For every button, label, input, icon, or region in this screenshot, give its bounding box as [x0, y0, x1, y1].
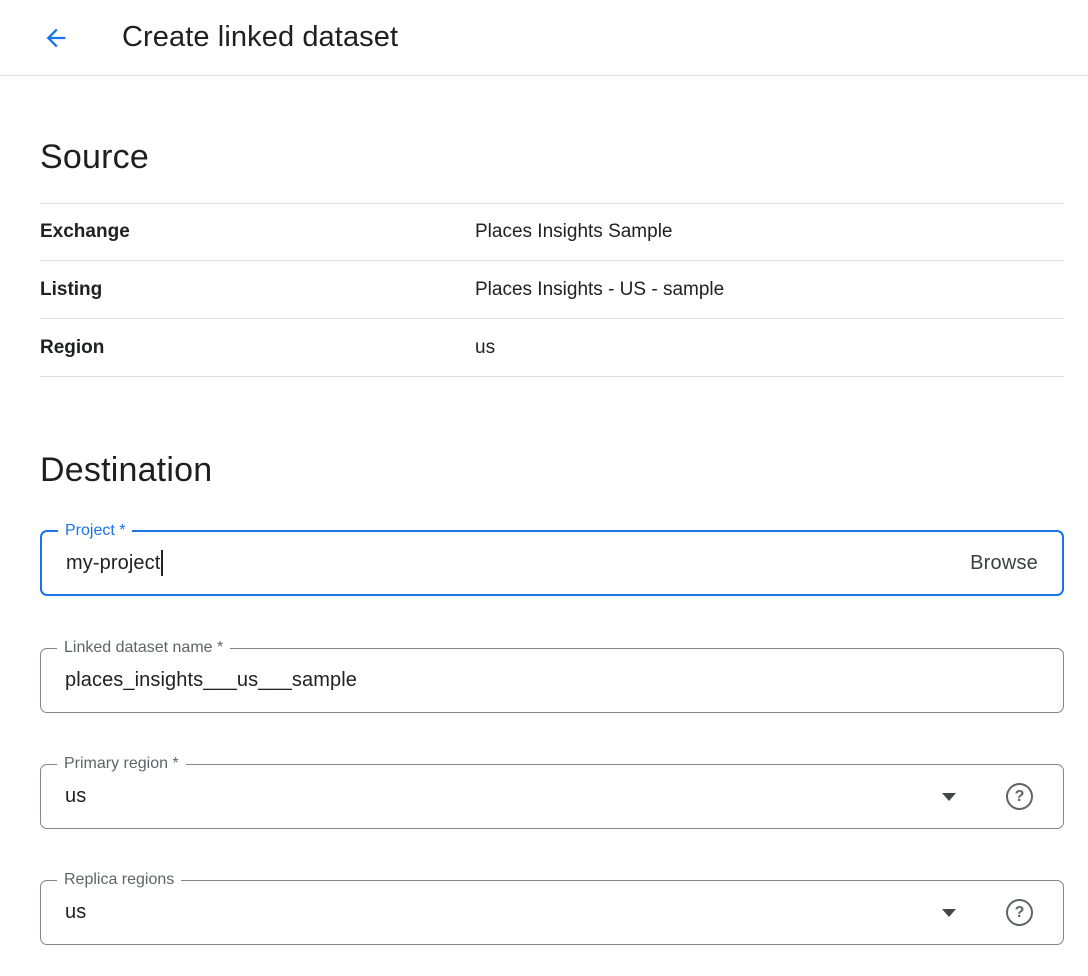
- create-linked-dataset-page: Create linked dataset Source Exchange Pl…: [0, 0, 1088, 976]
- project-field-label: Project *: [58, 521, 132, 541]
- help-glyph: ?: [1015, 788, 1025, 806]
- replica-regions-label: Replica regions: [57, 870, 181, 890]
- replica-regions-field[interactable]: Replica regions us ?: [40, 880, 1064, 945]
- linked-dataset-name-field[interactable]: Linked dataset name * places_insights___…: [40, 648, 1064, 713]
- table-row-exchange: Exchange Places Insights Sample: [40, 203, 1064, 261]
- help-glyph: ?: [1015, 904, 1025, 922]
- help-icon[interactable]: ?: [1006, 899, 1033, 926]
- primary-region-field[interactable]: Primary region * us ?: [40, 764, 1064, 829]
- source-heading: Source: [40, 138, 1064, 177]
- arrow-back-icon: [42, 24, 70, 52]
- primary-region-value[interactable]: us: [65, 785, 86, 808]
- dropdown-caret-icon[interactable]: [942, 793, 956, 801]
- text-cursor: [161, 550, 163, 576]
- browse-button[interactable]: Browse: [970, 552, 1038, 575]
- replica-regions-value[interactable]: us: [65, 901, 86, 924]
- table-row-region: Region us: [40, 319, 1064, 377]
- back-button[interactable]: [36, 18, 76, 58]
- help-icon[interactable]: ?: [1006, 783, 1033, 810]
- row-label: Exchange: [40, 221, 475, 243]
- source-table: Exchange Places Insights Sample Listing …: [40, 203, 1064, 377]
- row-value: us: [475, 337, 495, 359]
- dropdown-caret-icon[interactable]: [942, 909, 956, 917]
- replica-regions-controls: ?: [942, 899, 1039, 926]
- destination-heading: Destination: [40, 451, 1064, 490]
- project-field[interactable]: Project * my-project Browse: [40, 530, 1064, 596]
- row-label: Listing: [40, 279, 475, 301]
- row-value: Places Insights Sample: [475, 221, 673, 243]
- main-content: Source Exchange Places Insights Sample L…: [0, 138, 1088, 945]
- linked-dataset-name-label: Linked dataset name *: [57, 638, 230, 658]
- project-input-value[interactable]: my-project: [66, 552, 160, 575]
- row-label: Region: [40, 337, 475, 359]
- table-row-listing: Listing Places Insights - US - sample: [40, 261, 1064, 319]
- linked-dataset-name-value[interactable]: places_insights___us___sample: [65, 669, 357, 692]
- primary-region-label: Primary region *: [57, 754, 186, 774]
- page-header: Create linked dataset: [0, 0, 1088, 76]
- page-title: Create linked dataset: [122, 21, 398, 54]
- primary-region-controls: ?: [942, 783, 1039, 810]
- row-value: Places Insights - US - sample: [475, 279, 724, 301]
